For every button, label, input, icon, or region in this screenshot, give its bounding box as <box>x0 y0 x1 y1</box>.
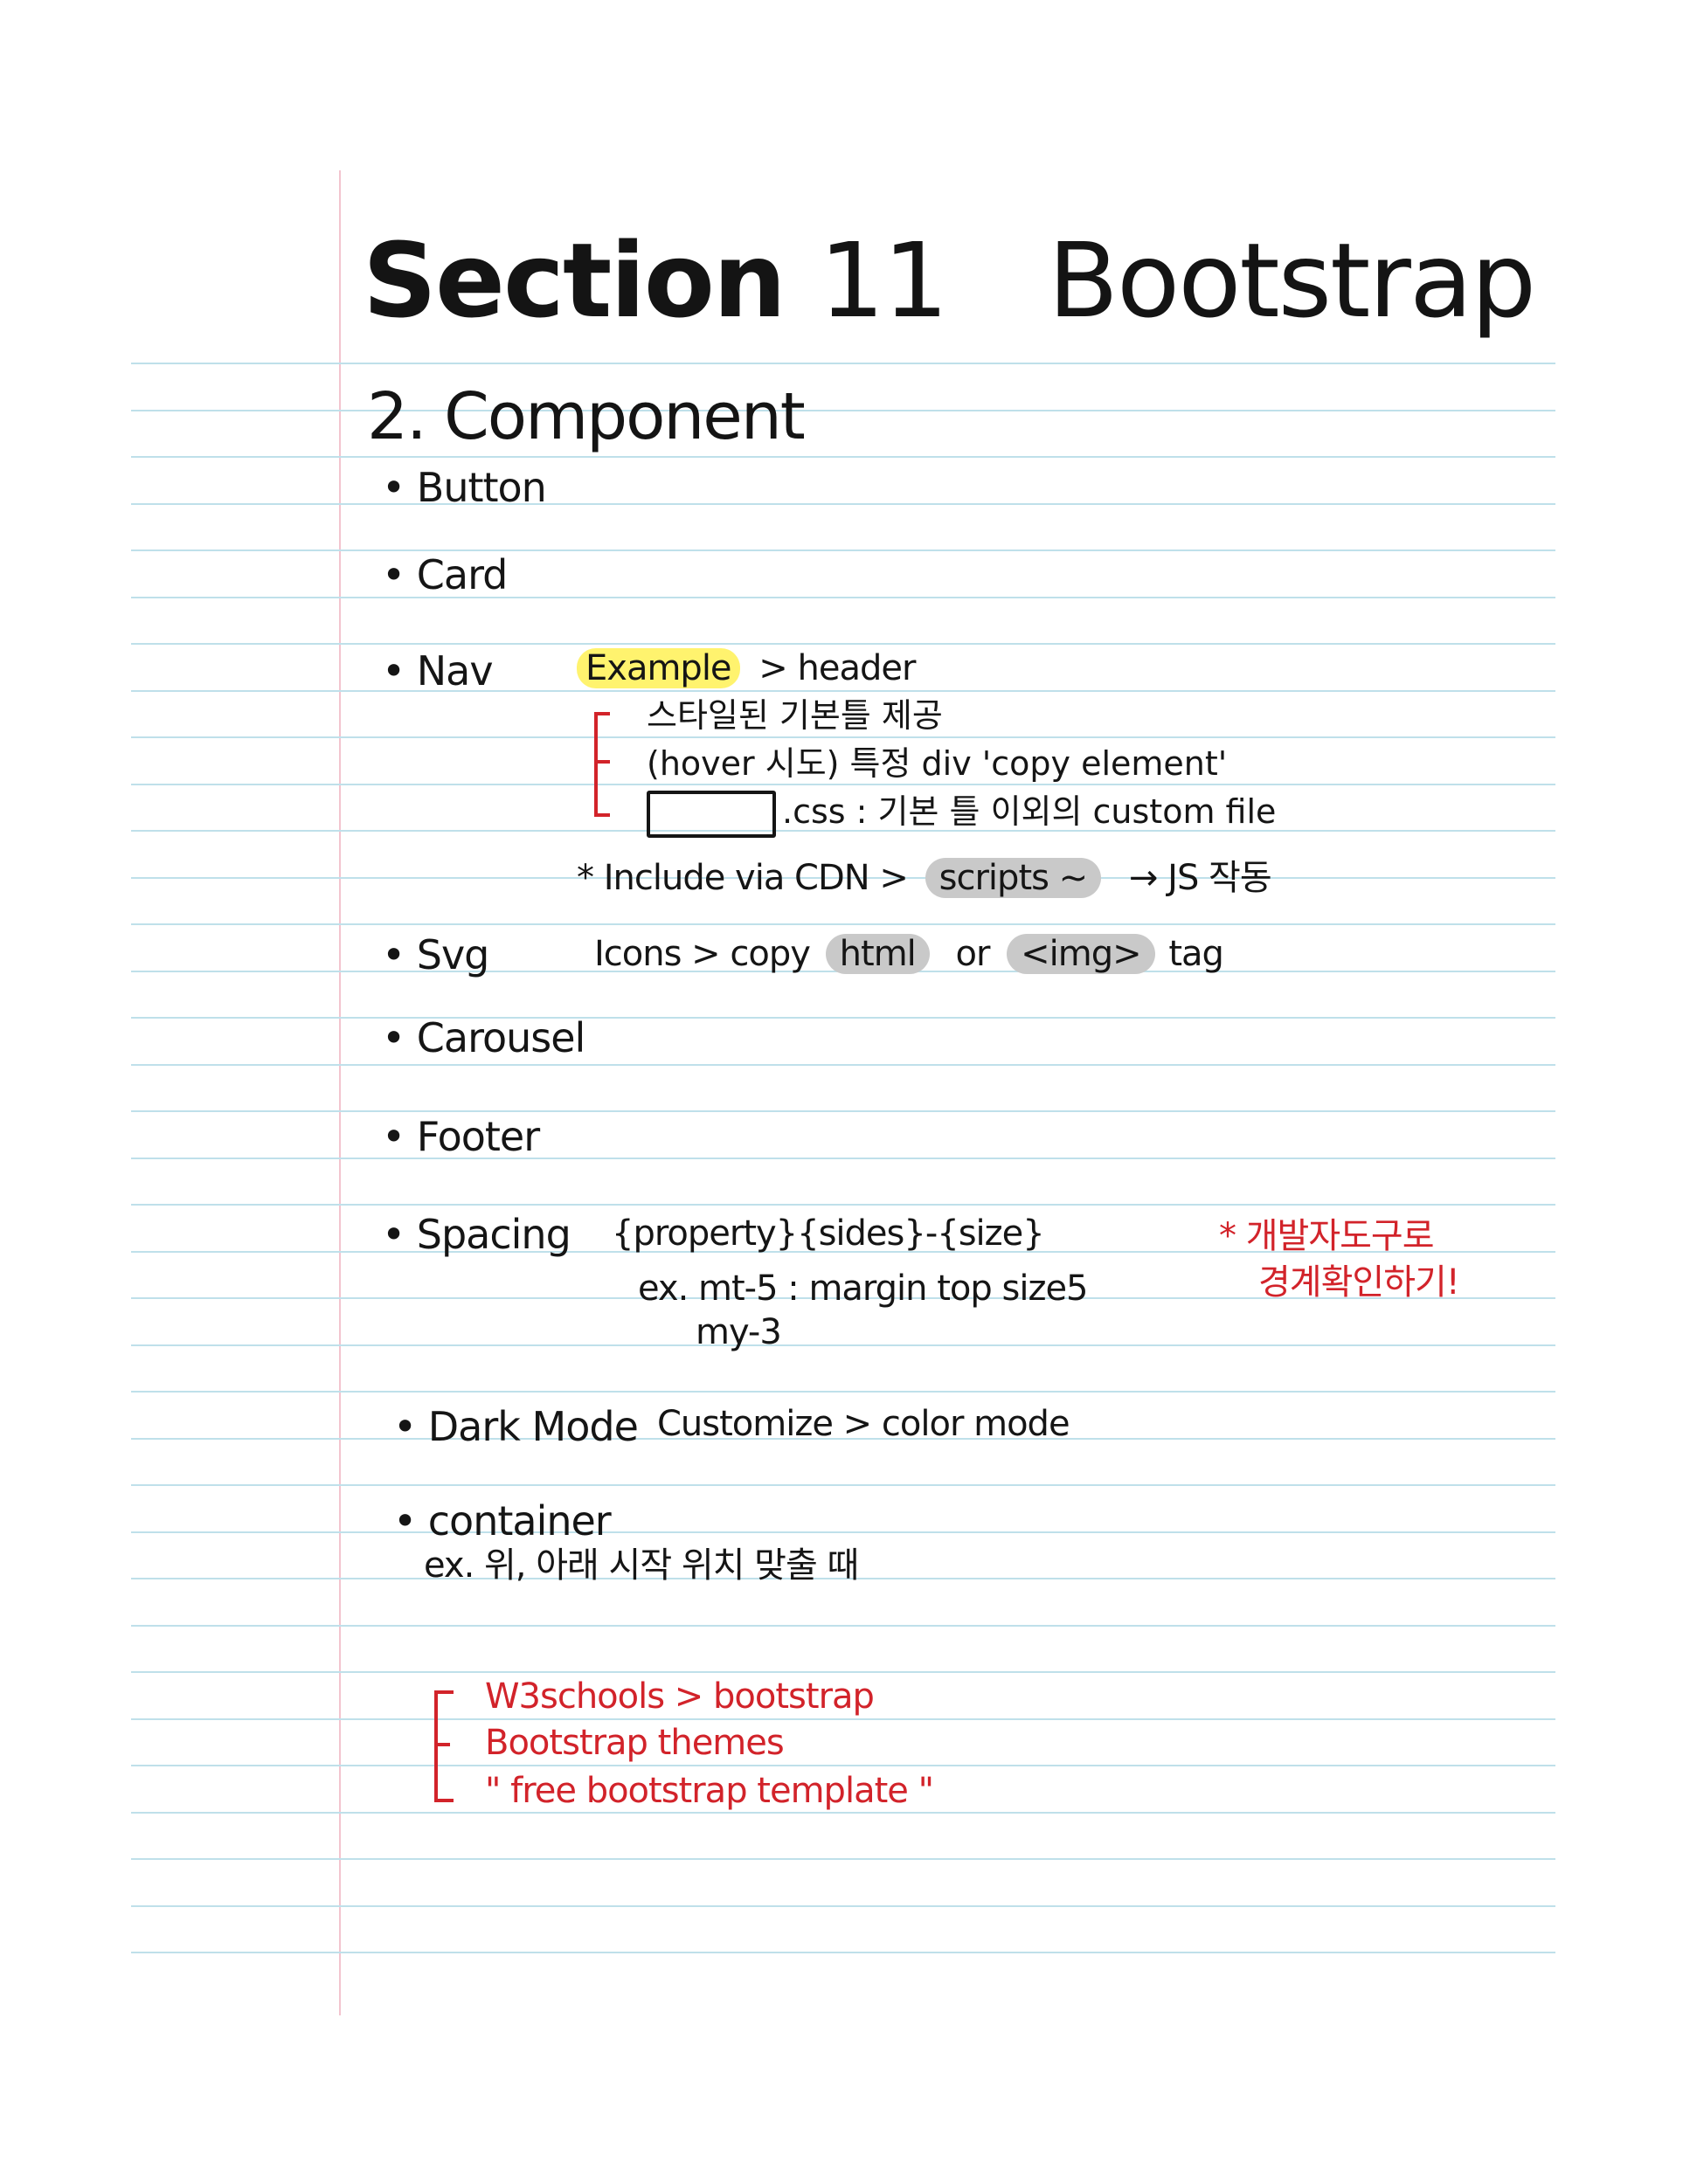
ruled-line <box>131 503 1555 505</box>
red-note-line-1: * 개발자도구로 <box>1219 1216 1435 1256</box>
resources-bracket <box>434 1690 454 1802</box>
ruled-line <box>131 1484 1555 1486</box>
item-spacing: • Spacing <box>382 1211 571 1258</box>
svg-or: or <box>955 934 991 974</box>
cdn-scripts-highlight: scripts ~ <box>925 858 1102 898</box>
ruled-line <box>131 1017 1555 1019</box>
resource-line-2: Bootstrap themes <box>485 1723 785 1763</box>
title-bootstrap: Bootstrap <box>1048 220 1536 341</box>
cdn-suffix: → JS 작동 <box>1128 858 1272 898</box>
ruled-line <box>131 1158 1555 1159</box>
item-footer: • Footer <box>382 1113 540 1160</box>
ruled-line <box>131 1064 1555 1066</box>
ruled-line <box>131 1952 1555 1953</box>
spacing-example-2: my-3 <box>696 1312 782 1352</box>
nav-cdn-line: * Include via CDN > scripts ~ → JS 작동 <box>577 858 1272 898</box>
nav-tree-tick-3 <box>594 813 610 817</box>
ruled-line <box>131 456 1555 458</box>
ruled-line <box>131 363 1555 364</box>
svg-img-highlight: <img> <box>1007 934 1155 974</box>
nav-note-1: 스타일된 기본틀 제공 <box>647 696 943 735</box>
nav-header-text: > header <box>758 648 916 688</box>
ruled-line <box>131 923 1555 925</box>
resource-line-1: W3schools > bootstrap <box>485 1676 875 1717</box>
ruled-line <box>131 410 1555 411</box>
resource-line-3: " free bootstrap template " <box>485 1771 934 1811</box>
drawn-box <box>647 791 776 838</box>
resources-bracket-mid <box>434 1743 450 1746</box>
ruled-line <box>131 1625 1555 1627</box>
nav-example-highlight: Example <box>577 648 740 688</box>
item-card: • Card <box>382 551 508 598</box>
dark-mode-notes: Customize > color mode <box>657 1404 1070 1444</box>
ruled-line <box>131 1905 1555 1907</box>
ruled-line <box>131 1204 1555 1206</box>
title-section: Section <box>363 220 786 341</box>
ruled-line <box>131 1110 1555 1112</box>
ruled-line <box>131 1858 1555 1860</box>
page-title: Section 11 Bootstrap <box>363 229 1536 332</box>
nav-example-line: Example > header <box>577 648 916 688</box>
ruled-line <box>131 643 1555 645</box>
item-svg: • Svg <box>382 931 489 978</box>
page-subtitle: 2. Component <box>367 379 806 454</box>
ruled-line <box>131 1718 1555 1720</box>
ruled-line <box>131 736 1555 738</box>
item-dark-mode: • Dark Mode <box>393 1403 639 1450</box>
svg-prefix: Icons > copy <box>594 934 811 974</box>
item-container: • container <box>393 1497 612 1545</box>
title-number: 11 <box>819 220 948 341</box>
ruled-line <box>131 549 1555 551</box>
svg-html-highlight: html <box>825 934 930 974</box>
notebook-page: Section 11 Bootstrap 2. Component • Butt… <box>0 0 1690 2184</box>
item-button: • Button <box>382 464 547 511</box>
ruled-line <box>131 1812 1555 1814</box>
ruled-line <box>131 1671 1555 1673</box>
cdn-prefix: * Include via CDN > <box>577 858 909 898</box>
container-notes: ex. 위, 아래 시작 위치 맞출 때 <box>424 1545 859 1586</box>
ruled-line <box>131 784 1555 785</box>
nav-tree-tick-2 <box>594 760 610 764</box>
ruled-line <box>131 597 1555 598</box>
spacing-example-1: ex. mt-5 : margin top size5 <box>638 1268 1089 1309</box>
ruled-line <box>131 690 1555 692</box>
margin-line <box>339 170 341 2015</box>
item-carousel: • Carousel <box>382 1014 585 1061</box>
nav-note-3: .css : 기본 틀 이외의 custom file <box>782 792 1277 831</box>
nav-tree-tick-1 <box>594 712 610 715</box>
ruled-line <box>131 1391 1555 1393</box>
nav-tree-bracket <box>594 712 606 817</box>
svg-notes-line: Icons > copy html or <img> tag <box>594 934 1224 974</box>
svg-tag: tag <box>1168 934 1224 974</box>
item-nav: • Nav <box>382 647 494 695</box>
nav-note-2: (hover 시도) 특정 div 'copy element' <box>647 744 1228 783</box>
ruled-line <box>131 1344 1555 1346</box>
ruled-line <box>131 1531 1555 1533</box>
spacing-formula: {property}{sides}-{size} <box>612 1213 1045 1254</box>
red-note-line-2: 경계확인하기! <box>1258 1262 1460 1303</box>
ruled-line <box>131 1765 1555 1766</box>
